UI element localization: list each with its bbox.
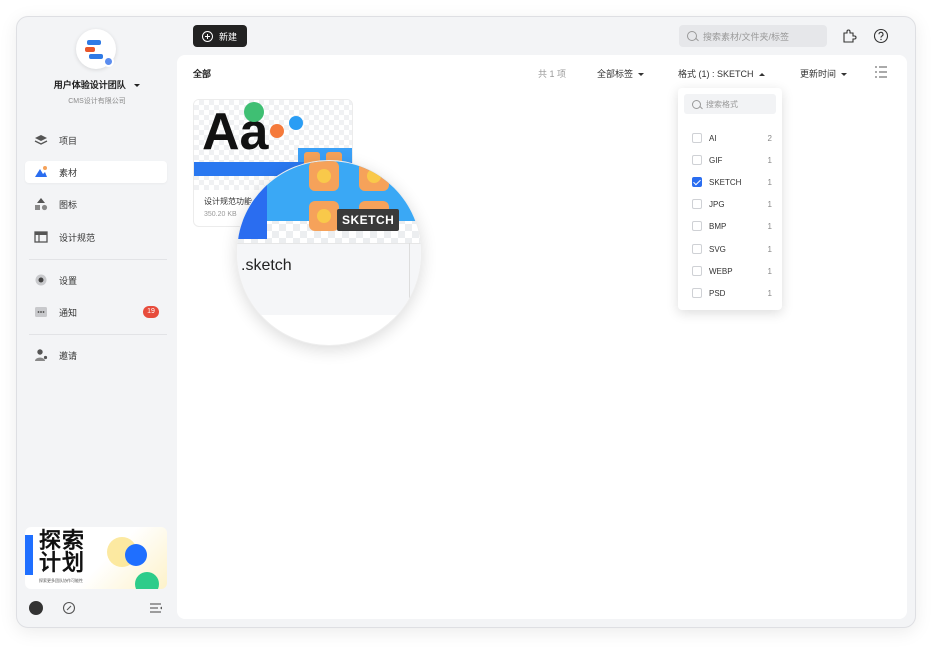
asset-size: 350.20 KB	[204, 211, 237, 218]
shapes-icon	[34, 197, 48, 211]
layers-icon	[34, 133, 48, 147]
sidebar-item-label: 设计规范	[59, 232, 96, 243]
chevron-up-icon	[758, 73, 765, 77]
magnifier-overlay: SKETCH .sketch	[236, 160, 422, 346]
checkbox[interactable]	[692, 155, 702, 165]
sidebar-item-label: 设置	[59, 275, 78, 286]
sidebar-item-assets[interactable]: 素材	[25, 161, 167, 183]
collapse-sidebar-icon[interactable]	[149, 601, 163, 615]
new-button-label: 新建	[219, 31, 238, 42]
avatar[interactable]	[29, 601, 43, 615]
checkbox-checked[interactable]	[692, 177, 702, 187]
sidebar-item-projects[interactable]: 项目	[25, 129, 167, 151]
sidebar-item-notifications[interactable]: 通知 19	[25, 301, 167, 323]
divider	[29, 334, 167, 335]
divider	[29, 259, 167, 260]
plugin-icon[interactable]	[841, 28, 857, 44]
plus-circle-icon	[202, 30, 213, 42]
chevron-down-icon	[841, 73, 848, 77]
format-option-ai[interactable]: AI 2	[692, 131, 772, 145]
format-option-svg[interactable]: SVG 1	[692, 242, 772, 256]
search-input[interactable]: 搜索素材/文件夹/标签	[679, 25, 827, 47]
team-name: 用户体验设计团队	[53, 80, 126, 90]
new-button[interactable]: 新建	[193, 25, 247, 47]
sidebar: 用户体验设计团队 CMS设计有限公司 项目 素材 图标 设计规范 设置 通知 1…	[17, 17, 177, 627]
checkbox[interactable]	[692, 244, 702, 254]
team-switcher[interactable]: 用户体验设计团队	[17, 78, 177, 91]
gear-icon	[34, 273, 48, 287]
checkbox[interactable]	[692, 199, 702, 209]
format-tag: SKETCH	[337, 209, 400, 231]
format-dropdown: 搜索格式 AI 2 GIF 1 SKETCH 1 JPG 1 BMP 1 SVG 1 WEB…	[678, 88, 782, 310]
list-view-icon[interactable]	[874, 65, 888, 79]
chevron-down-icon	[638, 73, 645, 77]
link-icon[interactable]	[62, 601, 76, 615]
sidebar-item-label: 项目	[59, 135, 78, 146]
banner-subtitle: 探索更多团队协作可能性	[39, 578, 83, 583]
tag-filter[interactable]: 全部标签	[597, 67, 645, 80]
main-panel: 全部 共 1 项 全部标签 格式 (1) : SKETCH 更新时间 Aa 设计…	[177, 55, 907, 619]
search-icon	[687, 31, 697, 41]
format-option-jpg[interactable]: JPG 1	[692, 197, 772, 211]
format-option-webp[interactable]: WEBP 1	[692, 264, 772, 278]
team-company: CMS设计有限公司	[68, 98, 126, 105]
app-window: 用户体验设计团队 CMS设计有限公司 项目 素材 图标 设计规范 设置 通知 1…	[16, 16, 916, 628]
sort-dropdown[interactable]: 更新时间	[800, 67, 848, 80]
sidebar-item-label: 通知	[59, 307, 78, 318]
search-icon	[692, 99, 701, 109]
sidebar-item-label: 邀请	[59, 350, 78, 361]
banner-title: 探索 计划	[39, 528, 86, 575]
format-option-bmp[interactable]: BMP 1	[692, 219, 772, 233]
item-count: 共 1 项	[538, 69, 567, 79]
table-icon	[34, 230, 48, 244]
sidebar-item-settings[interactable]: 设置	[25, 269, 167, 291]
checkbox[interactable]	[692, 133, 702, 143]
team-logo[interactable]	[76, 29, 116, 69]
sidebar-item-invite[interactable]: 邀请	[25, 344, 167, 366]
notification-badge: 19	[143, 306, 159, 318]
format-option-gif[interactable]: GIF 1	[692, 153, 772, 167]
format-option-psd[interactable]: PSD 1	[692, 286, 772, 300]
checkbox[interactable]	[692, 288, 702, 298]
format-filter[interactable]: 格式 (1) : SKETCH	[678, 67, 765, 80]
sidebar-item-icons[interactable]: 图标	[25, 193, 167, 215]
sidebar-item-label: 图标	[59, 199, 78, 210]
chevron-down-icon	[134, 84, 141, 88]
search-placeholder: 搜索素材/文件夹/标签	[703, 31, 790, 42]
message-icon	[34, 305, 48, 319]
mountain-icon	[34, 165, 48, 179]
sidebar-item-label: 素材	[59, 167, 78, 178]
checkbox[interactable]	[692, 221, 702, 231]
checkbox[interactable]	[692, 266, 702, 276]
user-plus-icon	[34, 348, 48, 362]
help-icon[interactable]	[873, 28, 889, 44]
format-search-input[interactable]: 搜索格式	[684, 94, 776, 114]
breadcrumb: 全部	[193, 69, 212, 79]
explore-plan-banner[interactable]: 探索 计划 探索更多团队协作可能性	[25, 527, 167, 589]
format-option-sketch[interactable]: SKETCH 1	[692, 175, 772, 189]
sidebar-item-design-specs[interactable]: 设计规范	[25, 226, 167, 248]
magnified-filename: .sketch	[241, 257, 292, 274]
